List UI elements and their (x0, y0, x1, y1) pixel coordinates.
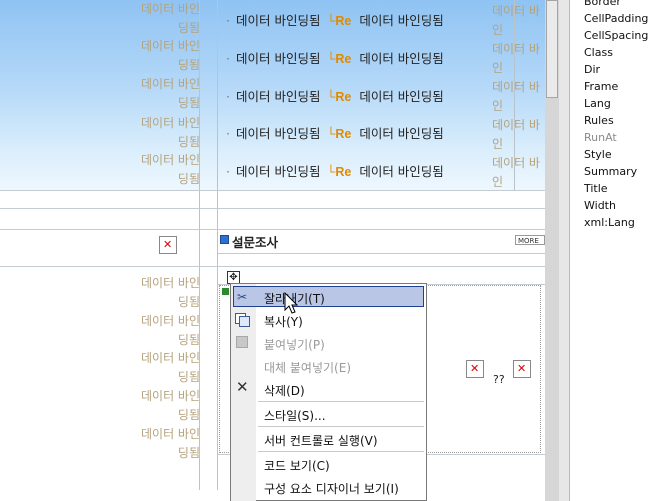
list-item: · 데이터 바인딩됨 └Re 데이터 바인딩됨 (226, 51, 444, 66)
divider (0, 266, 545, 267)
menu-highlight (233, 286, 424, 307)
list-item: · 데이터 바인딩됨 └Re 데이터 바인딩됨 (226, 13, 444, 28)
menu-separator (258, 401, 424, 402)
scissors-icon: ✂ (237, 290, 248, 304)
menu-item-run-as-server-control[interactable]: 서버 컨트롤로 실행(V) (264, 432, 378, 449)
divider (0, 190, 545, 191)
list-item: · 데이터 바인딩됨 └Re 데이터 바인딩됨 (226, 164, 444, 179)
list-item: 데이터 바인 (492, 4, 540, 37)
list-item: 데이터 바인 딩됨 (140, 314, 200, 347)
divider (0, 229, 545, 230)
property-item[interactable]: Rules (584, 114, 614, 127)
menu-item-delete[interactable]: 삭제(D) (264, 382, 305, 399)
menu-item-view-component-designer[interactable]: 구성 요소 디자이너 보기(I) (264, 480, 399, 497)
property-item[interactable]: Class (584, 46, 613, 59)
list-item: 데이터 바인 (492, 118, 540, 151)
paste-icon (236, 336, 248, 348)
arrow-icon (220, 235, 229, 244)
scrollbar-thumb[interactable] (546, 0, 558, 98)
list-item: 데이터 바인 딩됨 (140, 153, 200, 186)
property-item[interactable]: CellSpacing (584, 29, 648, 42)
divider (217, 0, 218, 490)
property-item[interactable]: Title (584, 182, 608, 195)
list-item: · 데이터 바인딩됨 └Re 데이터 바인딩됨 (226, 89, 444, 104)
list-item: 데이터 바인 딩됨 (140, 351, 200, 384)
copy-icon (235, 313, 250, 327)
property-item[interactable]: RunAt (584, 131, 617, 144)
property-item[interactable]: Frame (584, 80, 618, 93)
divider (0, 208, 545, 209)
section-title: 설문조사 (232, 235, 279, 250)
list-item: 데이터 바인 (492, 156, 540, 189)
property-item[interactable]: Border (584, 0, 621, 8)
list-item: 데이터 바인 (492, 42, 540, 75)
menu-separator (258, 426, 424, 427)
list-item: 데이터 바인 딩됨 (140, 116, 200, 149)
menu-item-view-code[interactable]: 코드 보기(C) (264, 457, 330, 474)
broken-image-icon (159, 236, 177, 254)
list-item: 데이터 바인 딩됨 (140, 427, 200, 460)
property-item[interactable]: Width (584, 199, 616, 212)
list-item: 데이터 바인 딩됨 (140, 77, 200, 110)
divider (218, 253, 545, 254)
mouse-cursor-icon (284, 292, 299, 314)
list-item: 데이터 바인 딩됨 (140, 389, 200, 422)
properties-panel (569, 0, 652, 501)
splitter[interactable] (559, 0, 569, 501)
property-item[interactable]: Style (584, 148, 612, 161)
list-item: 데이터 바인 딩됨 (140, 2, 200, 35)
more-button[interactable]: MORE (515, 235, 545, 245)
menu-item-paste-alternate[interactable]: 대체 붙여넣기(E) (264, 359, 351, 376)
property-item[interactable]: Lang (584, 97, 611, 110)
menu-item-paste[interactable]: 붙여넣기(P) (264, 336, 325, 353)
property-item[interactable]: Dir (584, 63, 600, 76)
property-item[interactable]: xml:Lang (584, 216, 635, 229)
list-item: 데이터 바인 딩됨 (140, 39, 200, 72)
property-item[interactable]: Summary (584, 165, 637, 178)
menu-item-style[interactable]: 스타일(S)... (264, 407, 326, 424)
list-item: 데이터 바인 딩됨 (140, 276, 200, 309)
list-item: · 데이터 바인딩됨 └Re 데이터 바인딩됨 (226, 126, 444, 141)
list-item: 데이터 바인 (492, 80, 540, 113)
menu-separator (258, 451, 424, 452)
property-item[interactable]: CellPadding (584, 12, 648, 25)
delete-icon: ✕ (236, 378, 249, 396)
